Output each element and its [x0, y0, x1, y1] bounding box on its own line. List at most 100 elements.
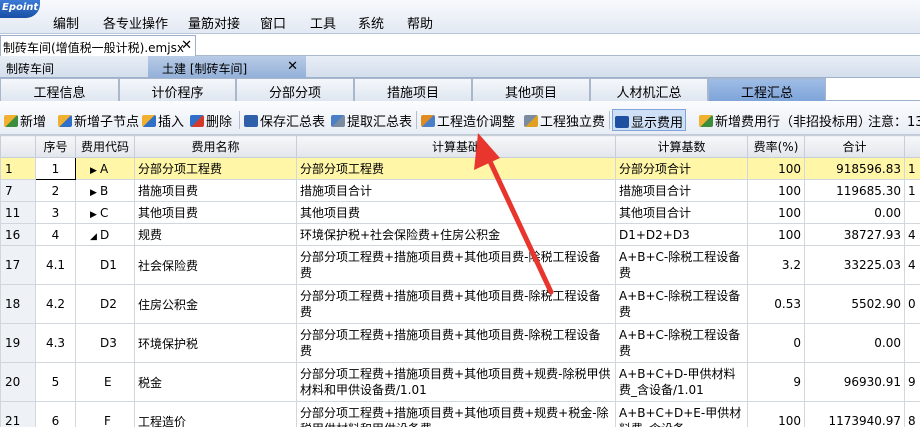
rate-cell[interactable]: 3.2: [747, 245, 805, 285]
column-header-seq[interactable]: 序号: [35, 135, 76, 158]
tab-other-items[interactable]: 其他项目: [472, 78, 590, 101]
rate-cell[interactable]: 0.53: [747, 284, 805, 324]
base-cell[interactable]: 分部分项工程费+措施项目费+其他项目费+规费+税金-除税甲供材料和甲供设备费: [296, 401, 616, 427]
code-cell[interactable]: ◢ D: [75, 223, 135, 246]
seq-cell[interactable]: 2: [35, 179, 76, 202]
column-header-base[interactable]: 计算基础: [296, 135, 616, 158]
name-cell[interactable]: 住房公积金: [134, 284, 297, 324]
tab-sub-items[interactable]: 分部分项: [236, 78, 354, 101]
tab-measures[interactable]: 措施项目: [354, 78, 472, 101]
code-cell[interactable]: E: [75, 362, 135, 402]
basis-cell[interactable]: 分部分项合计: [615, 157, 748, 180]
name-cell[interactable]: 分部分项工程费: [134, 157, 297, 180]
close-icon[interactable]: ✕: [181, 38, 192, 53]
basis-cell[interactable]: 其他项目合计: [615, 201, 748, 224]
table-row[interactable]: 1 1 ▶ A 分部分项工程费 分部分项工程费 分部分项合计 100 918596.83 1: [0, 157, 920, 180]
close-icon[interactable]: ✕: [287, 59, 298, 74]
name-cell[interactable]: 税金: [134, 362, 297, 402]
document-tab[interactable]: 制砖车间(增值税一般计税).emjsx ✕: [0, 35, 196, 56]
cost-adjust-button[interactable]: 工程造价调整: [421, 111, 515, 130]
collapse-arrow-icon[interactable]: ◢: [90, 232, 100, 242]
basis-cell[interactable]: A+B+C+D+E-甲供材料费_含设备: [615, 401, 748, 427]
menu-item-quantity-link[interactable]: 量筋对接: [188, 13, 240, 32]
base-cell[interactable]: 环境保护税+社会保险费+住房公积金: [296, 223, 616, 246]
seq-cell[interactable]: 4.2: [35, 284, 76, 324]
expand-arrow-icon[interactable]: ▶: [90, 166, 100, 176]
column-header-rate[interactable]: 费率(%): [747, 135, 805, 158]
basis-cell[interactable]: 措施项目合计: [615, 179, 748, 202]
code-cell[interactable]: ▶ A: [75, 157, 135, 180]
rate-cell[interactable]: 100: [747, 223, 805, 246]
seq-cell[interactable]: 6: [35, 401, 76, 427]
menu-item-tools[interactable]: 工具: [310, 13, 336, 32]
name-cell[interactable]: 措施项目费: [134, 179, 297, 202]
sub-tab-workshop[interactable]: 制砖车间: [0, 56, 148, 78]
basis-cell[interactable]: D1+D2+D3: [615, 223, 748, 246]
code-cell[interactable]: D3: [75, 323, 135, 363]
expand-arrow-icon[interactable]: ▶: [90, 210, 100, 220]
code-cell[interactable]: ▶ B: [75, 179, 135, 202]
base-cell[interactable]: 分部分项工程费: [296, 157, 616, 180]
basis-cell[interactable]: A+B+C+D-甲供材料费_含设备/1.01: [615, 362, 748, 402]
tab-project-info[interactable]: 工程信息: [0, 78, 119, 101]
independent-fee-button[interactable]: 工程独立费: [524, 111, 605, 130]
basis-cell[interactable]: A+B+C-除税工程设备费: [615, 245, 748, 285]
basis-cell[interactable]: A+B+C-除税工程设备费: [615, 284, 748, 324]
name-cell[interactable]: 其他项目费: [134, 201, 297, 224]
table-row[interactable]: 17 4.1 D1 社会保险费 分部分项工程费+措施项目费+其他项目费-除税工程设备费 A…: [0, 245, 920, 285]
name-cell[interactable]: 规费: [134, 223, 297, 246]
column-header-total[interactable]: 合计: [804, 135, 905, 158]
seq-cell[interactable]: 4.1: [35, 245, 76, 285]
column-header-code[interactable]: 费用代码: [75, 135, 135, 158]
extract-summary-button[interactable]: 提取汇总表: [331, 111, 412, 130]
rate-cell[interactable]: 100: [747, 201, 805, 224]
basis-cell[interactable]: A+B+C-除税工程设备费: [615, 323, 748, 363]
base-cell[interactable]: 分部分项工程费+措施项目费+其他项目费-除税工程设备费: [296, 323, 616, 363]
rate-cell[interactable]: 100: [747, 157, 805, 180]
seq-cell[interactable]: 3: [35, 201, 76, 224]
add-child-button[interactable]: 新增子节点: [58, 111, 139, 130]
add-button[interactable]: 新增: [4, 111, 46, 130]
table-row[interactable]: 7 2 ▶ B 措施项目费 措施项目合计 措施项目合计 100 119685.30 1: [0, 179, 920, 202]
sub-tab-civil[interactable]: 土建 [制砖车间] ✕: [148, 56, 306, 78]
save-summary-button[interactable]: 保存汇总表: [244, 111, 325, 130]
seq-cell[interactable]: 1: [35, 157, 76, 180]
base-cell[interactable]: 分部分项工程费+措施项目费+其他项目费+规费-除税甲供材料和甲供设备费/1.01: [296, 362, 616, 402]
menu-item-specialty-ops[interactable]: 各专业操作: [103, 13, 168, 32]
code-cell[interactable]: F: [75, 401, 135, 427]
base-cell[interactable]: 分部分项工程费+措施项目费+其他项目费-除税工程设备费: [296, 284, 616, 324]
seq-cell[interactable]: 5: [35, 362, 76, 402]
table-row[interactable]: 11 3 ▶ C 其他项目费 其他项目费 其他项目合计 100 0.00: [0, 201, 920, 224]
seq-cell[interactable]: 4: [35, 223, 76, 246]
base-cell[interactable]: 分部分项工程费+措施项目费+其他项目费-除税工程设备费: [296, 245, 616, 285]
seq-cell[interactable]: 4.3: [35, 323, 76, 363]
base-cell[interactable]: 措施项目合计: [296, 179, 616, 202]
tab-project-summary[interactable]: 工程汇总: [708, 78, 826, 101]
table-row[interactable]: 18 4.2 D2 住房公积金 分部分项工程费+措施项目费+其他项目费-除税工程设备费 A…: [0, 284, 920, 324]
rate-cell[interactable]: 100: [747, 401, 805, 427]
table-row[interactable]: 19 4.3 D3 环境保护税 分部分项工程费+措施项目费+其他项目费-除税工程设备费 A…: [0, 323, 920, 363]
menu-item-edit[interactable]: 编制: [53, 13, 79, 32]
menu-item-window[interactable]: 窗口: [260, 13, 286, 32]
column-header-name[interactable]: 费用名称: [134, 135, 297, 158]
name-cell[interactable]: 环境保护税: [134, 323, 297, 363]
column-header-basis[interactable]: 计算基数: [615, 135, 748, 158]
tab-labor-material-summary[interactable]: 人材机汇总: [590, 78, 708, 101]
show-fee-toggle[interactable]: 显示费用: [612, 109, 687, 131]
name-cell[interactable]: 社会保险费: [134, 245, 297, 285]
expand-arrow-icon[interactable]: ▶: [90, 188, 100, 198]
add-fee-row-button[interactable]: 新增费用行（非招投标用）: [699, 111, 871, 130]
table-row[interactable]: 20 5 E 税金 分部分项工程费+措施项目费+其他项目费+规费-除税甲供材料和甲供设备…: [0, 362, 920, 402]
code-cell[interactable]: D2: [75, 284, 135, 324]
code-cell[interactable]: D1: [75, 245, 135, 285]
rate-cell[interactable]: 0: [747, 323, 805, 363]
menu-item-help[interactable]: 帮助: [407, 13, 433, 32]
rate-cell[interactable]: 9: [747, 362, 805, 402]
base-cell[interactable]: 其他项目费: [296, 201, 616, 224]
code-cell[interactable]: ▶ C: [75, 201, 135, 224]
rate-cell[interactable]: 100: [747, 179, 805, 202]
table-row[interactable]: 16 4 ◢ D 规费 环境保护税+社会保险费+住房公积金 D1+D2+D3 100 38727…: [0, 223, 920, 246]
delete-button[interactable]: 删除: [190, 111, 232, 130]
insert-button[interactable]: 插入: [142, 111, 184, 130]
tab-pricing-procedure[interactable]: 计价程序: [119, 78, 236, 101]
